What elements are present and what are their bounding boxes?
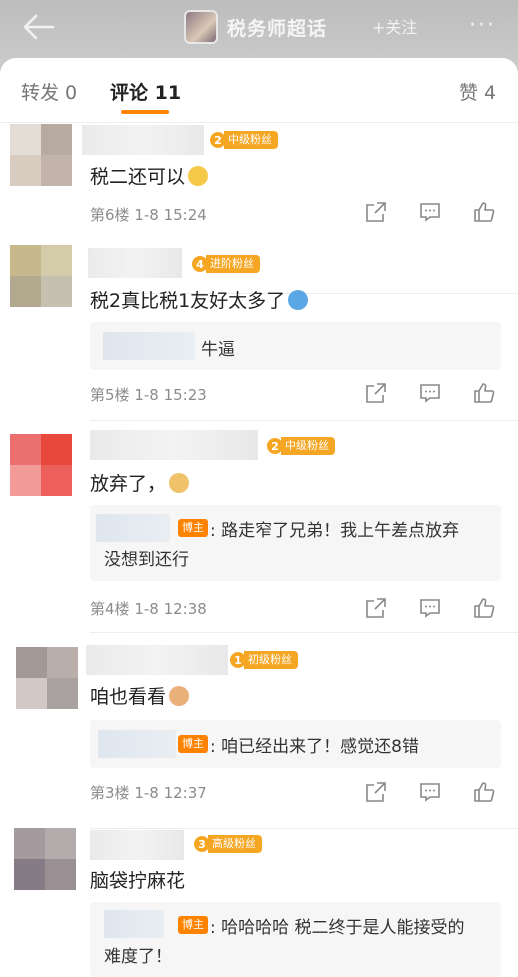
comment-item: 3 高级粉丝 脑袋拧麻花 博主 : 哈哈哈哈 税二终于是人能接受的 难度了！: [0, 826, 518, 977]
comment-item: 4 进阶粉丝 税2真比税1友好太多了 牛逼 第5楼 1-8 15:23: [0, 238, 518, 421]
comment-item: 1 初级粉丝 咱也看看 博主 : 咱已经出来了！感觉还8错 第3楼 1-8 12…: [0, 636, 518, 829]
reply-text: : 路走窄了兄弟！我上午差点放弃: [210, 521, 460, 541]
author-tag: 博主: [178, 916, 208, 934]
share-icon[interactable]: [364, 200, 388, 224]
fan-badge: 2 中级粉丝: [208, 130, 278, 150]
share-icon[interactable]: [364, 596, 388, 620]
reply-box[interactable]: 博主 : 路走窄了兄弟！我上午差点放弃 没想到还行: [90, 505, 501, 581]
hands-together-emoji: [188, 166, 209, 186]
avatar[interactable]: [16, 647, 78, 709]
tab-bar: 转发 0 评论 11 赞 4: [0, 58, 518, 123]
tab-repost[interactable]: 转发 0: [21, 78, 77, 105]
reply-text-cont: 难度了！: [104, 947, 172, 967]
follow-button[interactable]: +关注: [372, 14, 417, 38]
username[interactable]: [88, 248, 182, 278]
comment-text: 咱也看看: [90, 682, 190, 709]
doge-emoji: [169, 473, 190, 493]
avatar[interactable]: [14, 828, 76, 890]
comment-meta: 第6楼 1-8 15:24: [90, 206, 207, 224]
comment-text: 税二还可以: [90, 162, 209, 189]
fan-badge: 2 中级粉丝: [265, 436, 335, 456]
comment-icon[interactable]: [418, 200, 442, 224]
comment-text: 放弃了，: [90, 469, 190, 496]
supertopic-title: 税务师超话: [227, 17, 328, 40]
supertopic-chip[interactable]: 税务师超话: [184, 9, 327, 45]
comment-icon[interactable]: [418, 381, 442, 405]
reply-box[interactable]: 博主 : 咱已经出来了！感觉还8错: [90, 720, 501, 768]
avatar[interactable]: [10, 124, 72, 186]
top-bar: 税务师超话 +关注 ···: [0, 0, 518, 58]
reply-text: : 咱已经出来了！感觉还8错: [210, 737, 419, 757]
author-tag: 博主: [178, 519, 208, 537]
reply-username[interactable]: [96, 514, 170, 542]
fan-badge: 3 高级粉丝: [192, 834, 262, 854]
comment-icon[interactable]: [418, 780, 442, 804]
reply-username[interactable]: [103, 332, 195, 360]
cat-emoji: [169, 686, 190, 706]
share-icon[interactable]: [364, 780, 388, 804]
author-tag: 博主: [178, 735, 208, 753]
thumbs-up-icon[interactable]: [472, 381, 496, 405]
fan-badge: 4 进阶粉丝: [190, 254, 260, 274]
username[interactable]: [90, 430, 258, 460]
comment-meta: 第3楼 1-8 12:37: [90, 784, 207, 802]
shy-face-emoji: [288, 290, 309, 310]
comment-meta: 第5楼 1-8 15:23: [90, 386, 207, 404]
reply-username[interactable]: [104, 910, 164, 938]
back-arrow-icon[interactable]: [20, 12, 56, 42]
comment-icon[interactable]: [418, 596, 442, 620]
comments-sheet: 转发 0 评论 11 赞 4 2 中级粉丝 税二还可以 第6楼 1-8 15:2…: [0, 58, 518, 977]
username[interactable]: [86, 645, 228, 675]
comment-text: 脑袋拧麻花: [90, 870, 186, 892]
thumbs-up-icon[interactable]: [472, 200, 496, 224]
comment-item: 2 中级粉丝 放弃了， 博主 : 路走窄了兄弟！我上午差点放弃 没想到还行 第4…: [0, 422, 518, 633]
avatar[interactable]: [10, 245, 72, 307]
supertopic-logo: [184, 10, 218, 44]
more-options-icon[interactable]: ···: [469, 13, 496, 38]
reply-username[interactable]: [98, 730, 176, 758]
reply-box[interactable]: 博主 : 哈哈哈哈 税二终于是人能接受的 难度了！: [90, 902, 501, 977]
tab-comments[interactable]: 评论 11: [110, 78, 181, 105]
username[interactable]: [82, 125, 204, 155]
thumbs-up-icon[interactable]: [472, 780, 496, 804]
share-icon[interactable]: [364, 381, 388, 405]
reply-text: : 哈哈哈哈 税二终于是人能接受的: [210, 918, 465, 938]
reply-text: 牛逼: [201, 340, 235, 360]
username[interactable]: [90, 830, 184, 860]
active-tab-indicator: [121, 110, 169, 114]
comment-text: 税2真比税1友好太多了: [90, 286, 309, 313]
tab-likes[interactable]: 赞 4: [459, 78, 496, 105]
avatar[interactable]: [10, 434, 72, 496]
reply-box[interactable]: 牛逼: [90, 322, 501, 370]
reply-text-cont: 没想到还行: [104, 550, 189, 570]
comment-meta: 第4楼 1-8 12:38: [90, 600, 207, 618]
thumbs-up-icon[interactable]: [472, 596, 496, 620]
fan-badge: 1 初级粉丝: [228, 650, 298, 670]
